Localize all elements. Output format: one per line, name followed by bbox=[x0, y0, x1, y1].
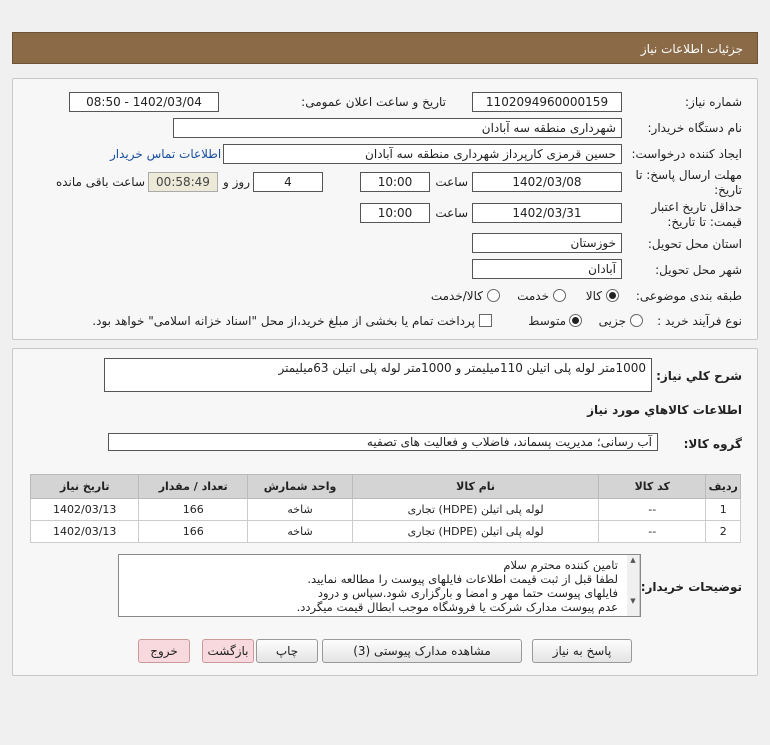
reply-button[interactable]: پاسخ به نیاز bbox=[532, 639, 632, 663]
remaining-time-field: 00:58:49 bbox=[148, 172, 218, 192]
goods-name: لوله پلی اتیلن (HDPE) تجاری bbox=[352, 520, 600, 543]
col-goods-name: نام کالا bbox=[352, 474, 600, 499]
buyer-org-field[interactable]: شهرداری منطقه سه آبادان bbox=[173, 118, 622, 138]
col-need-date: تاریخ نیاز bbox=[29, 474, 140, 499]
category-radio-both[interactable] bbox=[487, 289, 500, 302]
creator-label: ایجاد کننده درخواست: bbox=[631, 147, 742, 161]
validity-time-label: ساعت bbox=[435, 206, 468, 220]
table-row[interactable]: 2 -- لوله پلی اتیلن (HDPE) تجاری شاخه 16… bbox=[29, 520, 741, 543]
goods-table: ردیف کد کالا نام کالا واحد شمارش تعداد /… bbox=[29, 474, 741, 543]
announce-label: تاریخ و ساعت اعلان عمومی: bbox=[301, 95, 446, 109]
process-label: نوع فرآیند خرید : bbox=[657, 314, 742, 328]
need-date: 1402/03/13 bbox=[29, 498, 140, 521]
validity-date-field[interactable]: 1402/03/31 bbox=[472, 203, 622, 223]
category-option-goods: کالا bbox=[585, 289, 602, 303]
process-radio-minor[interactable] bbox=[630, 314, 643, 327]
col-goods-code: کد کالا bbox=[598, 474, 707, 499]
treasury-payment-checkbox[interactable] bbox=[479, 314, 492, 327]
deadline-date-field[interactable]: 1402/03/08 bbox=[472, 172, 622, 192]
scroll-down-icon[interactable]: ▼ bbox=[627, 596, 639, 606]
category-radio-goods[interactable] bbox=[606, 289, 619, 302]
city-label: شهر محل تحویل: bbox=[655, 263, 742, 277]
validity-label-2: قیمت: تا تاریخ: bbox=[667, 215, 742, 229]
city-field[interactable]: آبادان bbox=[472, 259, 622, 279]
buyer-notes-label: توضیحات خریدار: bbox=[640, 580, 742, 594]
back-button[interactable]: بازگشت bbox=[202, 639, 254, 663]
need-date: 1402/03/13 bbox=[29, 520, 140, 543]
deadline-label-1: مهلت ارسال پاسخ: تا bbox=[635, 168, 742, 182]
goods-info-title: اطلاعات کالاهاي مورد نياز bbox=[587, 403, 742, 417]
need-number-label: شماره نیاز: bbox=[685, 95, 742, 109]
unit: شاخه bbox=[246, 520, 354, 543]
quantity: 166 bbox=[138, 498, 248, 521]
deadline-time-label: ساعت bbox=[435, 175, 468, 189]
validity-time-field[interactable]: 10:00 bbox=[360, 203, 430, 223]
process-option-minor: جزیی bbox=[598, 314, 626, 328]
need-summary-field: 1000متر لوله پلی اتیلن 110میلیمتر و 1000… bbox=[104, 358, 652, 392]
category-option-both: کالا/خدمت bbox=[430, 289, 483, 303]
goods-code: -- bbox=[598, 520, 707, 543]
view-attachments-button[interactable]: مشاهده مدارک پیوستی (3) bbox=[322, 639, 522, 663]
announce-field[interactable]: 1402/03/04 - 08:50 bbox=[69, 92, 219, 112]
deadline-time-field[interactable]: 10:00 bbox=[360, 172, 430, 192]
col-unit: واحد شمارش bbox=[246, 474, 354, 499]
validity-label-1: حداقل تاریخ اعتبار bbox=[651, 200, 742, 214]
exit-button[interactable]: خروج bbox=[138, 639, 190, 663]
goods-group-label: گروه کالا: bbox=[683, 437, 742, 451]
category-label: طبقه بندی موضوعی: bbox=[635, 289, 742, 303]
buyer-contact-link[interactable]: اطلاعات تماس خریدار bbox=[110, 147, 221, 161]
process-radio-medium[interactable] bbox=[569, 314, 582, 327]
buyer-notes-box: تامین کننده محترم سلام لطفا قبل از ثبت ق… bbox=[118, 554, 641, 617]
buyer-note-line: لطفا قبل از ثبت قیمت اطلاعات فایلهای پیو… bbox=[307, 572, 618, 586]
quantity: 166 bbox=[138, 520, 248, 543]
remaining-label: ساعت باقی مانده bbox=[55, 175, 145, 189]
category-option-service: خدمت bbox=[517, 289, 549, 303]
page-header: جزئیات اطلاعات نیاز bbox=[12, 32, 758, 64]
days-label: روز و bbox=[223, 175, 250, 189]
creator-field[interactable]: حسین قرمزی کارپرداز شهرداری منطقه سه آبا… bbox=[223, 144, 622, 164]
category-radio-service[interactable] bbox=[553, 289, 566, 302]
scroll-up-icon[interactable]: ▲ bbox=[627, 555, 639, 565]
buyer-note-line: فایلهای پیوست حتما مهر و امضا و بارگزاری… bbox=[317, 586, 618, 600]
goods-code: -- bbox=[598, 498, 707, 521]
buyer-note-line: عدم پیوست مدارک شرکت یا فروشگاه موجب ابط… bbox=[296, 600, 618, 614]
days-field[interactable]: 4 bbox=[253, 172, 323, 192]
col-row-number: ردیف bbox=[705, 474, 741, 499]
unit: شاخه bbox=[246, 498, 354, 521]
table-header-row: ردیف کد کالا نام کالا واحد شمارش تعداد /… bbox=[29, 474, 741, 499]
buyer-note-line: تامین کننده محترم سلام bbox=[503, 558, 618, 572]
need-summary-label: شرح کلي نياز: bbox=[656, 369, 742, 383]
print-button[interactable]: چاپ bbox=[256, 639, 318, 663]
buyer-org-label: نام دستگاه خریدار: bbox=[647, 121, 743, 135]
goods-name: لوله پلی اتیلن (HDPE) تجاری bbox=[352, 498, 600, 521]
col-quantity: تعداد / مقدار bbox=[138, 474, 248, 499]
need-number-field[interactable]: 1102094960000159 bbox=[472, 92, 622, 112]
notes-scrollbar[interactable]: ▲ ▼ bbox=[627, 555, 640, 616]
province-field[interactable]: خوزستان bbox=[472, 233, 622, 253]
process-option-medium: متوسط bbox=[528, 314, 566, 328]
province-label: استان محل تحویل: bbox=[647, 237, 742, 251]
deadline-label-2: تاریخ: bbox=[714, 183, 742, 197]
table-row[interactable]: 1 -- لوله پلی اتیلن (HDPE) تجاری شاخه 16… bbox=[29, 498, 741, 521]
goods-group-field: آب رسانی؛ مدیریت پسماند، فاضلاب و فعالیت… bbox=[108, 433, 658, 451]
row-number: 2 bbox=[705, 520, 741, 543]
row-number: 1 bbox=[705, 498, 741, 521]
treasury-payment-note: پرداخت تمام یا بخشی از مبلغ خرید،از محل … bbox=[92, 314, 475, 328]
